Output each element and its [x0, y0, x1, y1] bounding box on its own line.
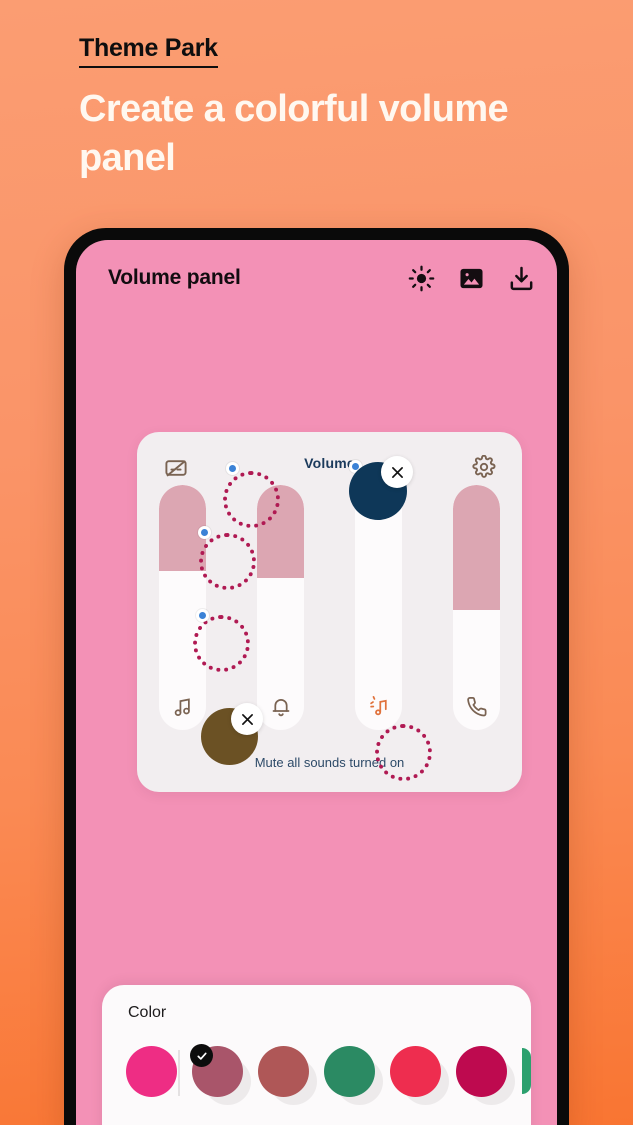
mute-status-text: Mute all sounds turned on: [254, 755, 405, 770]
media-slider[interactable]: [159, 485, 206, 730]
volume-panel-label: Volume: [304, 455, 355, 471]
call-slider[interactable]: [453, 485, 500, 730]
notification-icon: [368, 696, 390, 718]
volume-panel-card: Volume Mute all sounds turned on: [137, 432, 522, 792]
promo-eyebrow: Theme Park: [79, 34, 218, 68]
download-icon[interactable]: [508, 265, 535, 292]
hint-ring-4: [375, 724, 432, 781]
swatch-magenta[interactable]: [456, 1046, 515, 1108]
gear-icon[interactable]: [472, 454, 496, 479]
brightness-icon[interactable]: [408, 265, 435, 292]
swatch-brick-rose[interactable]: [258, 1046, 317, 1108]
phone-frame: Volume panel Volume Mute all sounds turn…: [64, 228, 569, 1125]
swatch-magenta-circle: [456, 1046, 507, 1097]
swatch-rose-muted[interactable]: [190, 1044, 251, 1108]
handle-dot-2[interactable]: [198, 526, 211, 539]
phone-icon: [466, 696, 488, 718]
swatch-selected-check-icon: [190, 1044, 213, 1067]
handle-dot-3[interactable]: [196, 609, 209, 622]
app-top-bar: Volume panel: [76, 240, 557, 316]
music-note-icon: [172, 696, 194, 718]
hint-ring-1: [223, 471, 280, 528]
swatch-crimson[interactable]: [390, 1046, 449, 1108]
swatch-pink-circle: [126, 1046, 177, 1097]
wallpaper-icon[interactable]: [458, 265, 485, 292]
swatch-edge-green[interactable]: [522, 1048, 531, 1094]
swatch-crimson-circle: [390, 1046, 441, 1097]
bell-icon: [270, 696, 292, 718]
color-picker-card: Color: [102, 985, 531, 1125]
handle-dot-1[interactable]: [226, 462, 239, 475]
page-title: Volume panel: [108, 266, 241, 289]
color-swatch-row: [102, 1044, 531, 1108]
swatch-divider: [178, 1050, 180, 1096]
notification-slider[interactable]: [355, 485, 402, 730]
swatch-green[interactable]: [324, 1046, 383, 1108]
hint-ring-3: [193, 615, 250, 672]
app-bar-actions: [408, 265, 535, 292]
swatch-green-circle: [324, 1046, 375, 1097]
promo-header: Theme Park Create a colorful volume pane…: [79, 34, 599, 182]
hint-ring-2: [199, 533, 256, 590]
caption-off-icon[interactable]: [164, 456, 188, 480]
close-brown-blob-button[interactable]: [231, 703, 263, 735]
promo-title: Create a colorful volume panel: [79, 88, 509, 179]
close-navy-blob-button[interactable]: [381, 456, 413, 488]
swatch-pink[interactable]: [126, 1046, 180, 1108]
volume-sliders: [159, 485, 500, 730]
phone-screen: Volume panel Volume Mute all sounds turn…: [76, 240, 557, 1125]
swatch-brick-rose-circle: [258, 1046, 309, 1097]
color-picker-title: Color: [128, 1004, 167, 1021]
